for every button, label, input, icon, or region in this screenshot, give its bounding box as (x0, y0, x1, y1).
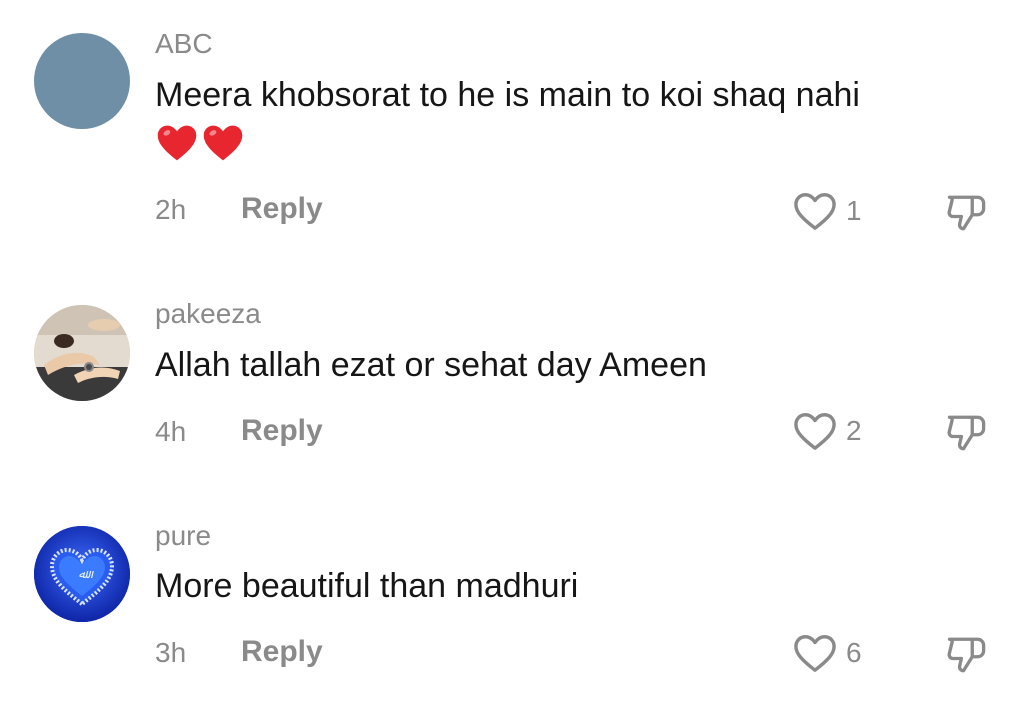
dislike-button[interactable] (944, 634, 990, 681)
like-count: 2 (846, 415, 862, 446)
dislike-button[interactable] (944, 192, 990, 239)
avatar[interactable] (34, 33, 130, 129)
comment-item: ABC Meera khobsorat to he is main to koi… (0, 0, 1024, 250)
red-heart-icon (203, 125, 243, 161)
heart-emoji (155, 121, 245, 165)
hands-photo-icon (34, 305, 130, 401)
comment-item: pakeeza Allah tallah ezat or sehat day A… (0, 250, 1024, 480)
avatar[interactable]: ﷲ (34, 526, 130, 622)
comment-text: Meera khobsorat to he is main to koi sha… (155, 76, 860, 114)
timestamp: 4h (155, 416, 187, 447)
like-button[interactable]: 1 (792, 190, 862, 232)
timestamp: 3h (155, 637, 187, 668)
blue-heart-photo-icon: ﷲ (34, 526, 130, 622)
like-count: 1 (846, 195, 862, 226)
thumbs-down-icon (947, 637, 986, 673)
like-count: 6 (846, 637, 862, 668)
avatar[interactable] (34, 305, 130, 401)
heart-outline-icon (794, 635, 836, 672)
like-button[interactable]: 6 (792, 632, 862, 674)
username[interactable]: pakeeza (155, 298, 261, 330)
thumbs-down-icon (947, 195, 986, 231)
red-heart-icon (157, 125, 197, 161)
heart-outline-icon (794, 413, 836, 450)
username[interactable]: ABC (155, 28, 213, 60)
comment-text: Allah tallah ezat or sehat day Ameen (155, 346, 707, 384)
comment-text: More beautiful than madhuri (155, 567, 579, 605)
heart-outline-icon (794, 193, 836, 230)
reply-button[interactable]: Reply (241, 414, 323, 448)
username[interactable]: pure (155, 520, 211, 552)
comment-item: ﷲ pure More beautiful than madhuri 3h Re… (0, 480, 1024, 709)
reply-button[interactable]: Reply (241, 635, 323, 669)
like-button[interactable]: 2 (792, 410, 862, 452)
reply-button[interactable]: Reply (241, 192, 323, 226)
dislike-button[interactable] (944, 412, 990, 459)
timestamp: 2h (155, 194, 187, 225)
thumbs-down-icon (947, 415, 986, 451)
